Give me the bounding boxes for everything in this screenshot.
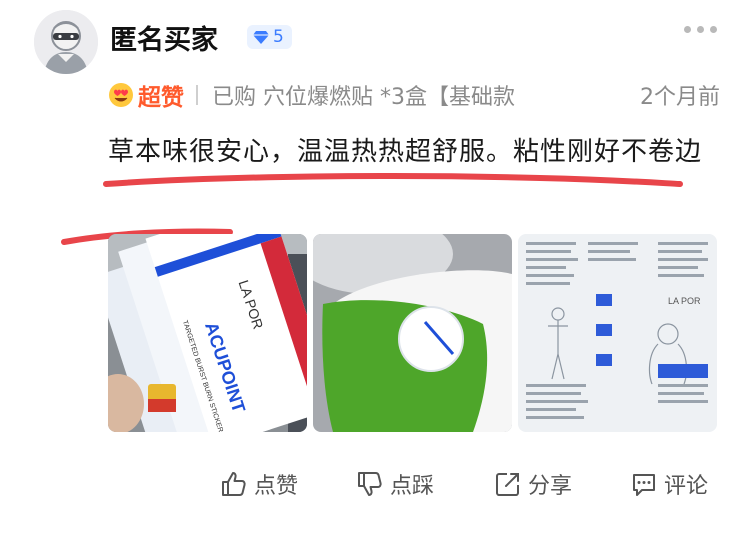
action-bar: 点赞 点踩 分享 评论 [220,468,720,508]
review-photos: ACUPOINT LA POR TARGETED BURST BURN STIC… [108,234,719,432]
dislike-label: 点踩 [390,474,435,499]
username[interactable]: 匿名买家 [110,18,218,57]
like-label: 点赞 [254,474,299,499]
anonymous-avatar-icon [34,10,98,74]
share-label: 分享 [528,474,573,499]
praise-label: 超赞 [138,85,184,111]
like-button[interactable]: 点赞 [220,468,298,500]
divider [196,85,198,105]
patch-photo [313,234,512,432]
comment-label: 评论 [664,474,709,499]
review-photo[interactable]: LA POR [518,234,717,432]
heart-eyes-emoji-icon [109,83,133,107]
instruction-sheet-photo: LA POR [518,234,717,432]
highlight-stroke [103,173,683,187]
dot-icon [684,26,691,33]
review-photo[interactable]: ACUPOINT LA POR TARGETED BURST BURN STIC… [108,234,307,432]
dot-icon [697,26,704,33]
avatar[interactable] [34,10,98,74]
review-photo[interactable] [313,234,512,432]
dot-icon [710,26,717,33]
purchase-info[interactable]: 已购 穴位爆燃贴 *3盒【基础款 [212,79,515,111]
diamond-icon [253,30,269,44]
share-button[interactable]: 分享 [494,468,572,500]
user-level-badge: 5 [247,25,292,49]
thumbs-down-icon [358,472,382,496]
dislike-button[interactable]: 点踩 [356,468,434,500]
sheet-brand: LA POR [668,296,701,306]
product-box-photo: ACUPOINT LA POR TARGETED BURST BURN STIC… [108,234,307,432]
rating-praise: 超赞 [108,78,184,112]
thumbs-up-icon [222,472,246,496]
share-icon [496,473,519,496]
review-meta-row: 超赞 已购 穴位爆燃贴 *3盒【基础款 2个月前 [108,78,720,112]
more-options-button[interactable] [684,26,717,33]
review-time: 2个月前 [640,85,720,110]
comment-button[interactable]: 评论 [630,468,708,500]
user-level-value: 5 [273,27,284,47]
comment-icon [633,474,655,496]
